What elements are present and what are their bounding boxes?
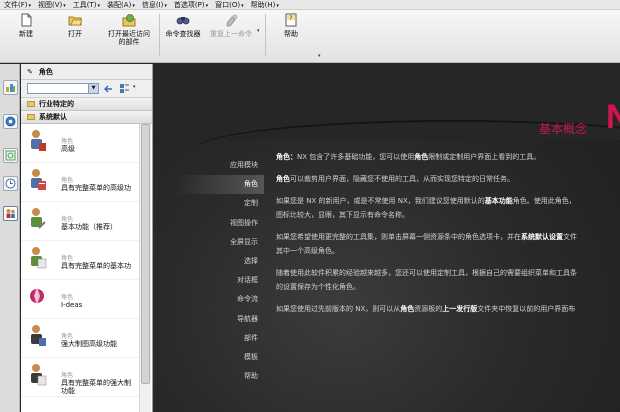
role-drafting-advanced-icon: [31, 325, 46, 346]
menu-help[interactable]: 帮助(H)▾: [251, 0, 279, 10]
nav-item-customize[interactable]: 定制: [174, 194, 264, 213]
command-finder-button[interactable]: 命令查找器: [163, 13, 203, 38]
topic-nav: 应用模块 角色 定制 视图操作 全屏显示 选择 对话框 命令流 导航器 部件 模…: [174, 156, 264, 386]
menu-tools[interactable]: 工具(T)▾: [73, 0, 100, 10]
paragraph: 如果您使用过先前版本的 NX，则可以从角色资源板的上一发行版文件夹中恢复以前的用…: [276, 305, 576, 313]
help-book-icon: ?: [285, 13, 297, 27]
nav-item-help[interactable]: 帮助: [174, 367, 264, 386]
menu-view[interactable]: 视图(V)▾: [38, 0, 66, 10]
nav-item-dialogs[interactable]: 对话框: [174, 271, 264, 290]
nav-item-selection[interactable]: 选择: [174, 252, 264, 271]
toolbar-separator: [159, 14, 160, 56]
toolbar-options-icon[interactable]: ▾: [318, 53, 321, 59]
roles-panel-title: 角色: [38, 67, 53, 76]
list-view-icon[interactable]: [119, 83, 130, 94]
role-name: 具有完整菜单的基本功: [61, 262, 131, 270]
nav-item-parts[interactable]: 部件: [174, 329, 264, 348]
nav-item-templates[interactable]: 模板: [174, 348, 264, 367]
resource-tab-part-navigator[interactable]: [3, 114, 18, 129]
folder-open-icon: [27, 114, 35, 120]
role-name: 具有完整菜单的高级功: [61, 184, 131, 192]
repeat-dropdown-icon[interactable]: ▾: [257, 28, 260, 34]
resource-tab-assembly-navigator[interactable]: [3, 80, 18, 95]
menu-preferences[interactable]: 首选项(P)▾: [174, 0, 208, 10]
role-name: 基本功能（推荐）: [61, 223, 117, 231]
role-item-ideas[interactable]: 角色 I-deas: [21, 280, 139, 319]
recent-part-icon: [122, 14, 136, 27]
view-options-dropdown-icon[interactable]: ▾: [133, 84, 136, 90]
menu-info[interactable]: 信息(I)▾: [142, 0, 167, 10]
resource-tab-history[interactable]: [3, 176, 18, 191]
part-navigator-icon: [5, 116, 16, 127]
nav-item-applications[interactable]: 应用模块: [174, 156, 264, 175]
role-name: 具有完整菜单的强大制 功能: [61, 379, 131, 395]
role-ideas-icon: [30, 287, 44, 305]
roles-people-icon: [6, 209, 15, 218]
menu-bar: 文件(F)▾ 视图(V)▾ 工具(T)▾ 装配(A)▾ 信息(I)▾ 首选项(P…: [0, 0, 620, 10]
standard-toolbar: 新建 打开 打开最近访问 的部件 命令查找器 重复上一命令 ▾ ? 帮助 ▾: [0, 10, 620, 63]
nav-item-command-flow[interactable]: 命令流: [174, 290, 264, 309]
new-file-icon: [21, 13, 32, 27]
chevron-down-icon[interactable]: ▼: [88, 84, 98, 93]
role-list-scrollbar[interactable]: [139, 124, 151, 412]
role-name: 高级: [61, 145, 75, 153]
help-button[interactable]: ? 帮助: [277, 13, 305, 38]
nav-item-view-operations[interactable]: 视图操作: [174, 214, 264, 233]
assembly-navigator-icon: [6, 84, 15, 92]
resource-bar: [0, 64, 20, 412]
role-item-drafting-full-menus[interactable]: 角色 具有完整菜单的强大制 功能: [21, 358, 139, 397]
role-item-advanced[interactable]: 角色 高级: [21, 124, 139, 163]
role-filter-select[interactable]: ▼: [27, 83, 99, 94]
new-button[interactable]: 新建: [14, 13, 38, 38]
history-clock-icon: [5, 178, 16, 189]
role-item-essentials[interactable]: 角色 基本功能（推荐）: [21, 202, 139, 241]
group-industry-specific[interactable]: 行业特定的: [21, 98, 152, 111]
open-button[interactable]: 打开: [61, 13, 89, 38]
resource-tab-roles[interactable]: [3, 206, 18, 221]
menu-file[interactable]: 文件(F)▾: [4, 0, 31, 10]
basic-concepts-page: 基本概念 N 应用模块 角色 定制 视图操作 全屏显示 选择 对话框 命令流 导…: [154, 64, 620, 412]
binoculars-icon: [176, 17, 190, 25]
role-advanced-full-menus-icon: [31, 169, 46, 190]
role-item-advanced-full-menus[interactable]: 角色 具有完整菜单的高级功: [21, 163, 139, 202]
menu-assembly[interactable]: 装配(A)▾: [107, 0, 135, 10]
paragraph: 角色：NX 包含了许多基础功能，您可以使用角色限制或定制用户界面上看到的工具。: [276, 153, 541, 161]
role-essentials-full-menus-icon: [31, 247, 47, 269]
role-drafting-full-menus-icon: [31, 364, 47, 386]
page-title-logo: N: [606, 98, 620, 136]
nav-item-full-screen[interactable]: 全屏显示: [174, 233, 264, 252]
topic-text: 角色：NX 包含了许多基础功能，您可以使用角色限制或定制用户界面上看到的工具。 …: [276, 150, 620, 324]
paragraph: 角色可以裁剪用户界面，隐藏您不使用的工具，从而实现您特定的日常任务。: [276, 175, 514, 183]
toolbar-separator: [265, 14, 266, 56]
nav-item-roles[interactable]: 角色: [174, 175, 264, 195]
scrollbar-thumb[interactable]: [141, 124, 150, 384]
paragraph: 如果您是 NX 的新用户，或是不常使用 NX，我们建议您使用默认的基本功能角色。…: [276, 197, 576, 219]
folder-icon: [27, 101, 35, 107]
svg-text:?: ?: [289, 15, 292, 22]
roles-panel-header: ✎ 角色: [21, 64, 152, 80]
page-title: 基本概念: [539, 122, 588, 136]
paragraph: 如果您希望使用更完整的工具集，则单击屏幕一侧资源条中的角色选项卡，并在系统默认设…: [276, 233, 577, 255]
resource-tab-web-browser[interactable]: [3, 148, 18, 163]
open-recent-button[interactable]: 打开最近访问 的部件: [104, 13, 154, 46]
role-advanced-icon: [31, 130, 46, 151]
nav-item-navigators[interactable]: 导航器: [174, 310, 264, 329]
role-item-essentials-full-menus[interactable]: 角色 具有完整菜单的基本功: [21, 241, 139, 280]
menu-window[interactable]: 窗口(O)▾: [215, 0, 244, 10]
role-item-drafting-advanced[interactable]: 角色 强大制图高级功能: [21, 319, 139, 358]
role-essentials-icon: [31, 208, 46, 229]
open-folder-icon: [68, 16, 82, 26]
back-arrow-icon[interactable]: [103, 83, 114, 94]
repeat-command-icon: [226, 14, 238, 27]
web-browser-icon: [5, 150, 16, 161]
roles-panel: ✎ 角色 ▼ ▾ 行业特定的 系统默认 角色 高级 角色 具有完整菜单的高级功 …: [21, 64, 153, 412]
repeat-last-command-button[interactable]: 重复上一命令: [206, 13, 256, 38]
role-name: I-deas: [61, 301, 83, 309]
roles-panel-controls: ▼ ▾: [21, 80, 152, 98]
group-system-default[interactable]: 系统默认: [21, 111, 152, 124]
role-list: 角色 高级 角色 具有完整菜单的高级功 角色 基本功能（推荐） 角色 具有完整菜…: [21, 124, 139, 397]
paragraph: 随着使用此软件积累的经验越来越多，您还可以使用定制工具，根据自己的需要组织菜单和…: [276, 269, 577, 291]
pin-icon[interactable]: ✎: [27, 68, 33, 76]
role-name: 强大制图高级功能: [61, 340, 117, 348]
